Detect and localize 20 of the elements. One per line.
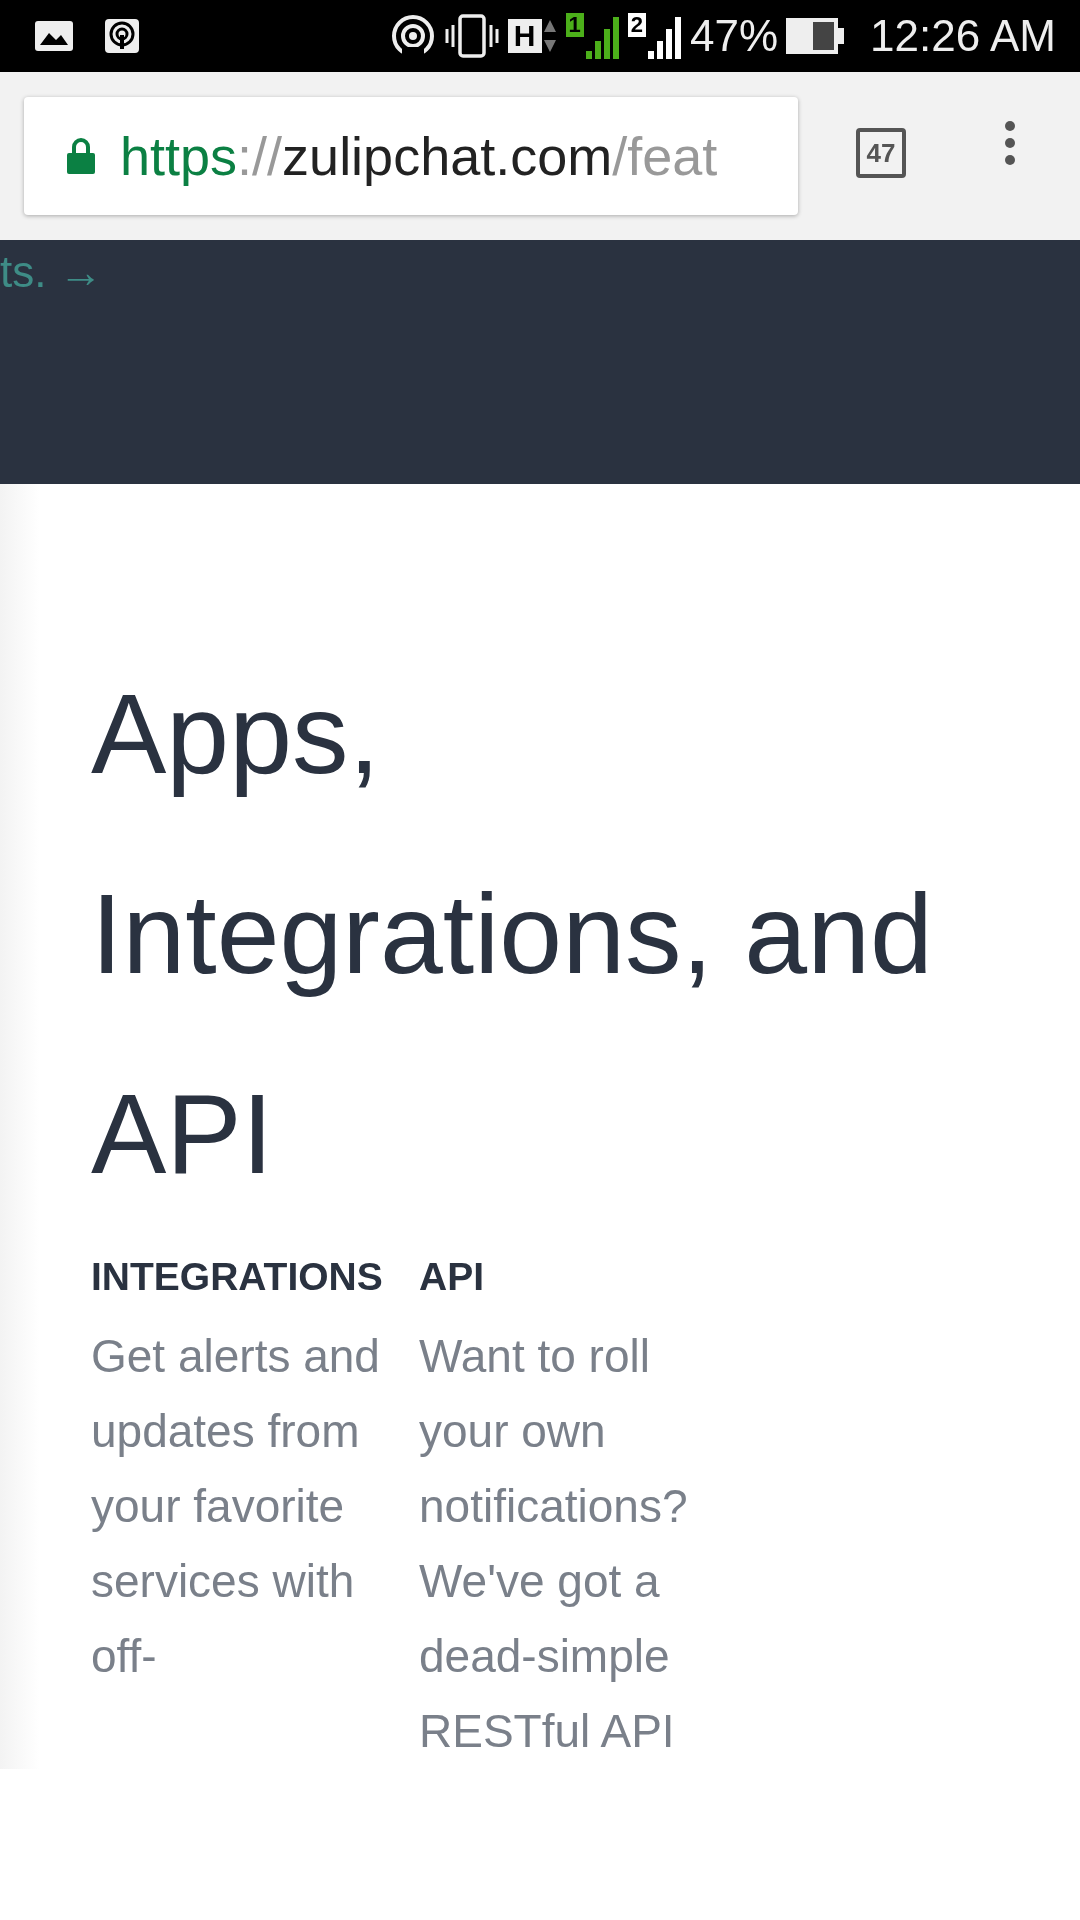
hotspot-icon xyxy=(389,13,436,59)
network-type-indicator: H xyxy=(507,19,542,53)
feature-description: Get alerts and updates from your favorite services with off- xyxy=(91,1328,381,1684)
lock-icon xyxy=(66,137,96,175)
address-bar[interactable]: https://zulipchat.com/feat xyxy=(24,97,798,215)
feature-title: API xyxy=(419,1254,485,1300)
hotspot-icon xyxy=(104,18,140,54)
url-text: https://zulipchat.com/feat xyxy=(120,124,718,188)
feature-title: INTEGRATIONS xyxy=(91,1254,384,1300)
clock-time: 12:26 AM xyxy=(870,14,1056,58)
page-heading: Apps, Integrations, and API xyxy=(91,670,934,1199)
sim-label: 2 xyxy=(627,13,646,37)
battery-icon xyxy=(786,16,847,56)
tab-switcher-button[interactable]: 47 xyxy=(856,128,906,178)
gallery-icon xyxy=(34,20,74,52)
sim-label: 1 xyxy=(565,13,584,37)
feature-description: Want to roll your own notifications? We've got a dead-simple RESTful API xyxy=(419,1328,689,1759)
menu-icon[interactable] xyxy=(1003,120,1017,166)
battery-percent: 47% xyxy=(690,14,779,58)
vibrate-icon xyxy=(443,13,500,59)
